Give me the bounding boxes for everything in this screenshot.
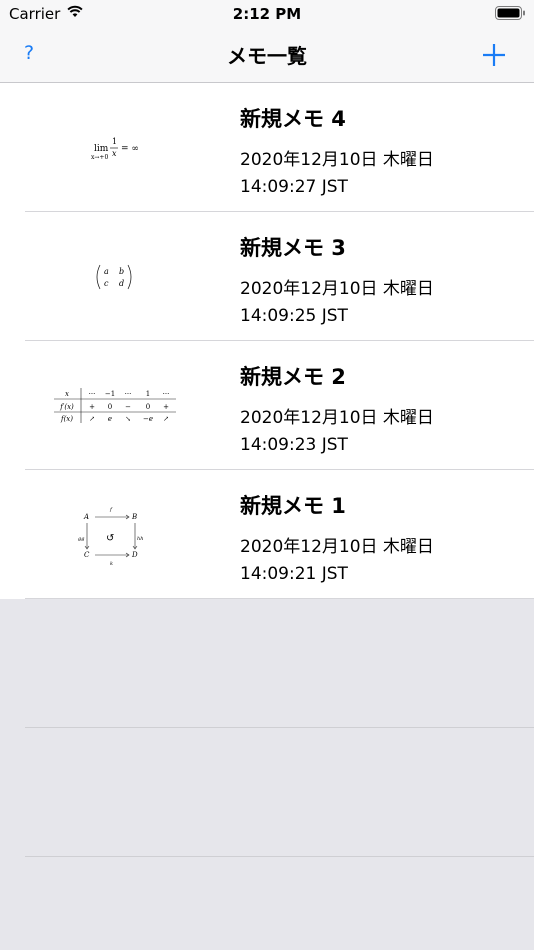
matrix-b: b (119, 267, 124, 276)
matrix-d: d (119, 279, 124, 288)
limit-sub: x→+0 (91, 154, 108, 161)
row-divider (25, 727, 534, 728)
plus-icon (483, 44, 505, 66)
empty-list-area (0, 599, 534, 950)
memo-time: 14:09:21 JST (240, 564, 348, 584)
matrix-a: a (104, 267, 109, 276)
svg-text:D: D (131, 551, 138, 559)
navigation-bar: ? メモ一覧 (0, 28, 534, 83)
svg-text:k: k (110, 561, 113, 567)
svg-text:↗: ↗ (163, 415, 169, 423)
memo-date: 2020年12月10日 木曜日 (240, 537, 434, 557)
svg-text:−: − (125, 403, 131, 411)
memo-list: lim x→+0 1 x = ∞ 新規メモ 4 2020年12月10日 木曜日 … (0, 83, 534, 599)
memo-title: 新規メモ 4 (240, 107, 346, 131)
memo-row[interactable]: a b c d 新規メモ 3 2020年12月10日 木曜日 14:09:25 … (0, 212, 534, 341)
svg-text:f: f (109, 507, 113, 513)
svg-text:↗: ↗ (89, 415, 95, 423)
svg-text:↺: ↺ (106, 533, 114, 544)
svg-text:x: x (65, 390, 69, 398)
limit-lim: lim (94, 144, 109, 154)
matrix-c: c (104, 279, 109, 288)
row-divider (25, 856, 534, 857)
memo-thumbnail: a b c d (40, 227, 190, 326)
svg-text:···: ··· (125, 390, 132, 398)
svg-text:C: C (84, 551, 90, 559)
memo-thumbnail: lim x→+0 1 x = ∞ (40, 98, 190, 197)
svg-text:0: 0 (146, 403, 150, 411)
svg-text:↘: ↘ (125, 415, 131, 423)
svg-text:−1: −1 (105, 390, 115, 398)
svg-text:1: 1 (146, 390, 150, 398)
memo-time: 14:09:27 JST (240, 177, 348, 197)
svg-text:f′(x): f′(x) (59, 403, 74, 411)
memo-title: 新規メモ 1 (240, 494, 346, 518)
svg-text:+: + (163, 403, 169, 411)
svg-text:gg: gg (78, 536, 84, 542)
battery-icon (495, 6, 526, 25)
svg-text:−e: −e (143, 415, 153, 423)
memo-thumbnail: A B C D f k gg hh ↺ (40, 485, 190, 584)
svg-text:0: 0 (108, 403, 112, 411)
clock: 2:12 PM (232, 5, 302, 23)
svg-text:···: ··· (89, 390, 96, 398)
svg-text:+: + (89, 403, 95, 411)
limit-den: x (112, 149, 117, 158)
memo-date: 2020年12月10日 木曜日 (240, 150, 434, 170)
svg-text:hh: hh (137, 536, 143, 542)
memo-date: 2020年12月10日 木曜日 (240, 279, 434, 299)
memo-title: 新規メモ 3 (240, 236, 346, 260)
svg-text:B: B (131, 513, 137, 521)
svg-text:A: A (83, 513, 89, 521)
svg-text:f(x): f(x) (60, 415, 73, 423)
limit-rhs: = ∞ (121, 144, 139, 154)
memo-date: 2020年12月10日 木曜日 (240, 408, 434, 428)
memo-row[interactable]: x ··· −1 ··· 1 ··· f′(x) + 0 − 0 + f(x) … (0, 341, 534, 470)
svg-text:e: e (108, 415, 112, 423)
memo-row[interactable]: A B C D f k gg hh ↺ 新規メモ 1 2020年12月10日 木… (0, 470, 534, 599)
add-memo-button[interactable] (480, 41, 508, 69)
memo-time: 14:09:23 JST (240, 435, 348, 455)
limit-num: 1 (112, 137, 117, 146)
memo-row[interactable]: lim x→+0 1 x = ∞ 新規メモ 4 2020年12月10日 木曜日 … (0, 83, 534, 212)
memo-title: 新規メモ 2 (240, 365, 346, 389)
svg-text:···: ··· (163, 390, 170, 398)
memo-time: 14:09:25 JST (240, 306, 348, 326)
status-bar: Carrier 2:12 PM (0, 0, 534, 28)
page-title: メモ一覧 (227, 44, 307, 68)
memo-thumbnail: x ··· −1 ··· 1 ··· f′(x) + 0 − 0 + f(x) … (40, 356, 190, 455)
